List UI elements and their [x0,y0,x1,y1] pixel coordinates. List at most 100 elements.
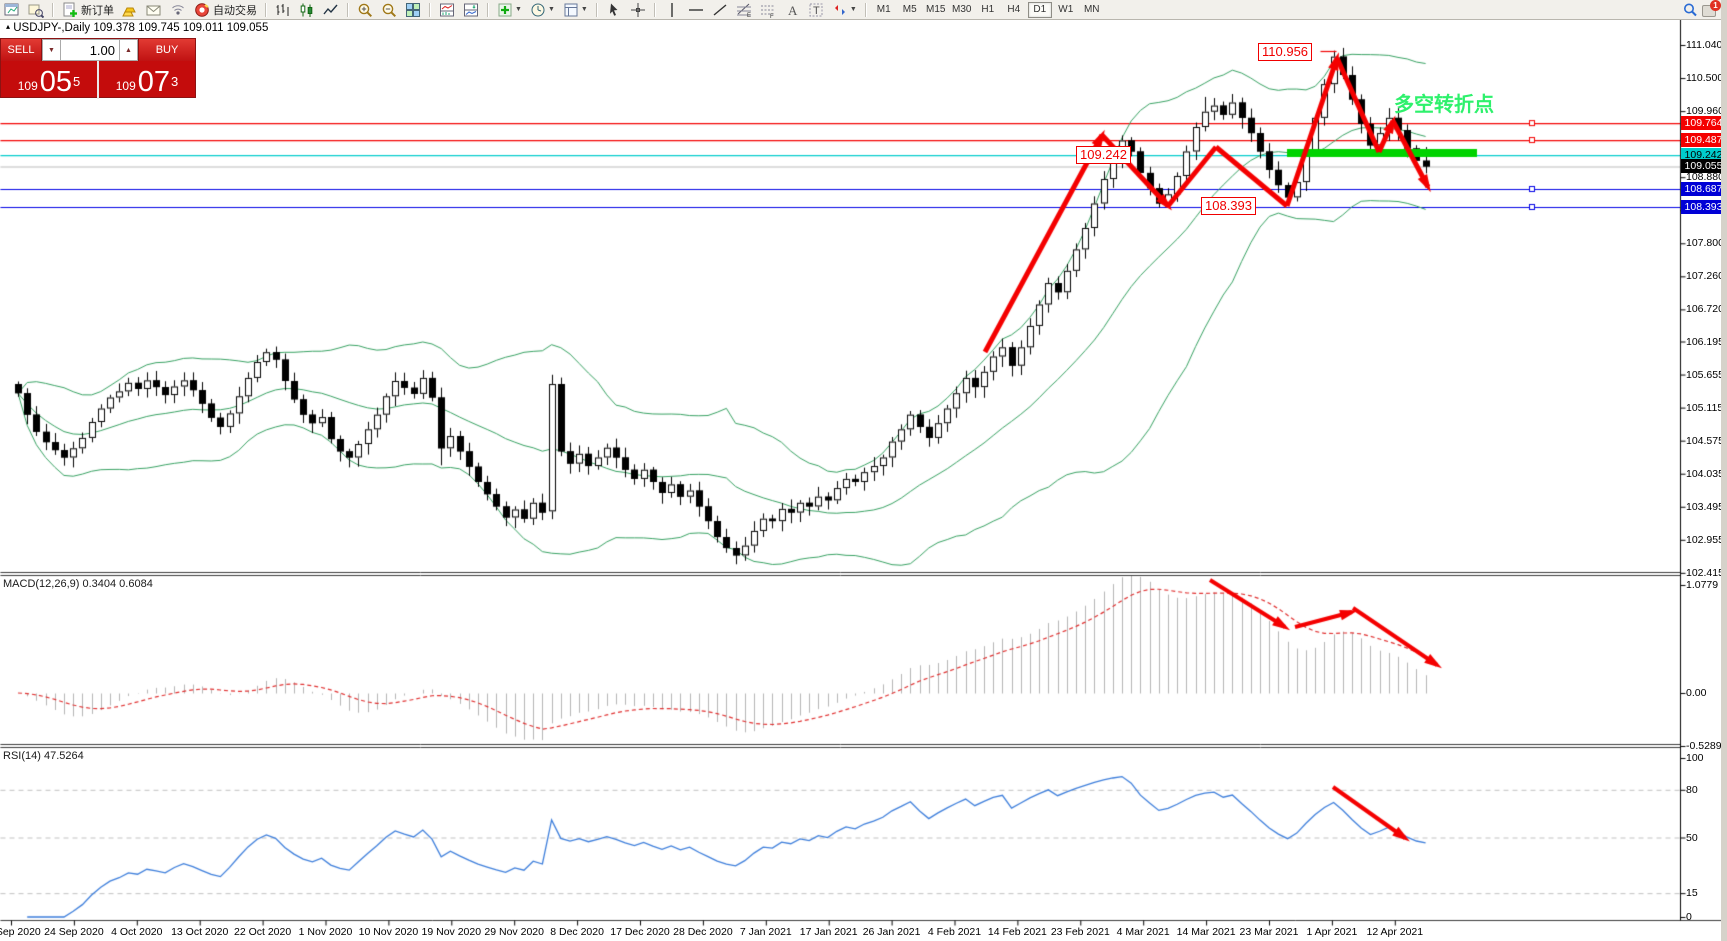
rsi-scale-label: 15 [1686,887,1726,899]
chart-marker-icon: ▴ [6,22,10,31]
date-tick-label: 7 Jan 2021 [740,926,792,938]
text-label-button[interactable]: T [805,1,827,18]
toolbar-separator [596,3,598,17]
date-tick-label: 17 Jan 2021 [800,926,858,938]
price-badge-109.487: 109.487 [1681,133,1726,147]
rsi-scale-label: 0 [1686,911,1726,923]
fibo-channel-button[interactable]: F [757,1,779,18]
chart-window-icon[interactable] [1,1,23,18]
toolbar-separator [487,3,489,17]
text-button[interactable]: A [781,1,803,18]
timeframe-d1-button[interactable]: D1 [1028,2,1052,18]
macd-scale-label: 1.0779 [1686,579,1726,591]
vertical-line-button[interactable] [661,1,683,18]
sell-button[interactable]: SELL [1,39,42,61]
volume-increase-button[interactable]: ▲ [119,39,138,61]
ohlc-values: 109.378 109.745 109.011 109.055 [93,22,268,34]
one-click-trading-panel: SELL ▼ 1.00 ▲ BUY 109 05 5 109 07 3 [0,38,196,98]
mt4-window: { "toolbar": { "new_order_label": "新订单",… [0,0,1727,941]
date-tick-label: 1 Nov 2020 [299,926,353,938]
svg-text:T: T [813,5,820,17]
cursor-button[interactable] [603,1,625,18]
toolbar-separator [429,3,431,17]
buy-button[interactable]: BUY [138,39,195,61]
horizontal-line-button[interactable] [685,1,707,18]
date-tick-label: 12 Apr 2021 [1366,926,1423,938]
bid-price-prefix: 109 [18,76,38,96]
pivot-price-label[interactable]: 109.242 [1076,146,1131,164]
price-tick-label: 102.415 [1686,567,1726,579]
price-tick-label: 105.655 [1686,369,1726,381]
macd-scale-label: 0.00 [1686,687,1726,699]
price-badge-108.687: 108.687 [1681,182,1726,196]
timeframe-m1-button[interactable]: M1 [872,2,896,18]
timeframe-m15-button[interactable]: M15 [924,2,948,18]
date-tick-label: 29 Nov 2020 [484,926,544,938]
date-tick-label: 1 Apr 2021 [1306,926,1357,938]
price-tick-label: 106.195 [1686,336,1726,348]
pivot-text-annotation[interactable]: 多空转折点 [1394,88,1494,117]
search-button[interactable] [1679,1,1701,18]
candlestick-chart-button[interactable] [296,1,318,18]
macd-scale-label: -0.5289 [1686,740,1726,752]
bid-price-main: 05 [40,69,72,96]
crosshair-button[interactable] [627,1,649,18]
date-tick-label: 14 Mar 2021 [1177,926,1236,938]
timeframe-mn-button[interactable]: MN [1080,2,1104,18]
bar-chart-button[interactable] [272,1,294,18]
date-tick-label: 23 Mar 2021 [1240,926,1299,938]
gold-chart-icon[interactable] [119,1,141,18]
volume-decrease-button[interactable]: ▼ [42,39,61,61]
date-tick-label: 14 Feb 2021 [988,926,1047,938]
bid-price[interactable]: 109 05 5 [1,61,98,99]
svg-text:E: E [747,13,751,18]
rsi-scale-label: 50 [1686,832,1726,844]
signal-icon[interactable] [167,1,189,18]
price-badge-109.764: 109.764 [1681,116,1726,130]
notifications-button[interactable]: 1 [1702,2,1719,18]
zoom-in-button[interactable] [354,1,376,18]
swing-low-label[interactable]: 108.393 [1201,197,1256,215]
arrows-button[interactable]: ▼ [829,1,860,18]
indicator-window-button[interactable] [436,1,458,18]
volume-input[interactable]: 1.00 [61,39,119,61]
date-tick-label: 24 Sep 2020 [44,926,104,938]
price-tick-label: 102.955 [1686,534,1726,546]
ask-price[interactable]: 109 07 3 [98,61,195,99]
template-button[interactable]: ▼ [560,1,591,18]
line-chart-button[interactable] [320,1,342,18]
price-tick-label: 104.035 [1686,468,1726,480]
price-tick-label: 110.500 [1686,72,1726,84]
fibonacci-button[interactable]: E [733,1,755,18]
date-tick-label: 13 Oct 2020 [171,926,228,938]
toolbar-separator [347,3,349,17]
timeframe-m5-button[interactable]: M5 [898,2,922,18]
chart-canvas[interactable] [0,0,1727,941]
price-tick-label: 107.800 [1686,237,1726,249]
macd-indicator-label: MACD(12,26,9) 0.3404 0.6084 [3,578,153,590]
timeframe-w1-button[interactable]: W1 [1054,2,1078,18]
mail-icon[interactable] [143,1,165,18]
trendline-button[interactable] [709,1,731,18]
price-tick-label: 105.115 [1686,402,1726,414]
autotrading-button[interactable]: 自动交易 [191,1,260,18]
timeframe-h1-button[interactable]: H1 [976,2,1000,18]
timeframe-h4-button[interactable]: H4 [1002,2,1026,18]
timeframe-m30-button[interactable]: M30 [950,2,974,18]
swing-high-label[interactable]: 110.956 [1258,43,1312,61]
zoom-out-button[interactable] [378,1,400,18]
indicator-subwindow-button[interactable] [460,1,482,18]
zoom-box-icon[interactable] [25,1,47,18]
notification-count-badge: 1 [1710,0,1721,11]
add-indicator-button[interactable]: ▼ [494,1,525,18]
period-selector-button[interactable]: ▼ [527,1,558,18]
toolbar-separator [52,3,54,17]
date-tick-label: 4 Oct 2020 [111,926,162,938]
price-tick-label: 103.495 [1686,501,1726,513]
date-tick-label: 4 Mar 2021 [1117,926,1170,938]
chart-title: ▴ USDJPY-,Daily 109.378 109.745 109.011 … [6,22,268,34]
price-tick-label: 106.720 [1686,303,1726,315]
tile-windows-button[interactable] [402,1,424,18]
new-order-button[interactable]: 新订单 [59,1,117,18]
rsi-indicator-label: RSI(14) 47.5264 [3,750,84,762]
